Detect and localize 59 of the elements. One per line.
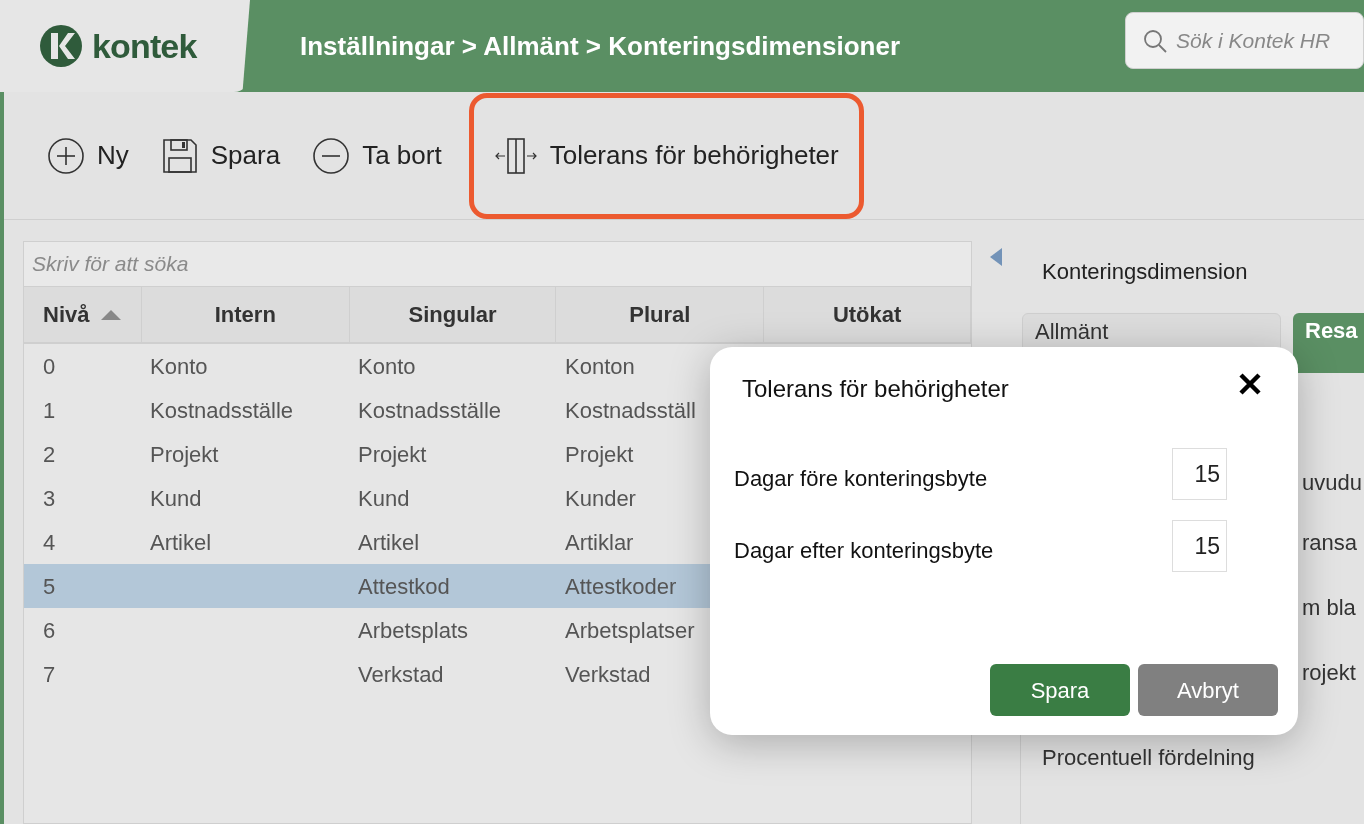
table-cell: Verkstad	[565, 661, 651, 687]
table-cell: 2	[43, 441, 56, 467]
table-cell: 4	[43, 529, 56, 555]
table-cell: Konto	[358, 353, 416, 379]
table-cell: Konton	[565, 353, 635, 379]
toolbar-button[interactable]: Ny	[42, 125, 134, 186]
table-cell: Arbetsplats	[358, 617, 469, 643]
table-cell: Kostnadsställ	[565, 397, 696, 423]
close-icon	[1238, 372, 1262, 396]
column-header[interactable]: Intern	[141, 287, 350, 342]
table-cell: Artikel	[150, 529, 212, 555]
toolbar-button[interactable]: Spara	[155, 125, 286, 186]
table-cell: 1	[43, 397, 56, 423]
field-label: Procentuell fördelning	[1042, 744, 1255, 772]
column-header[interactable]: Plural	[556, 287, 765, 342]
search-field[interactable]: Sök i Kontek HR	[1125, 12, 1364, 69]
table-cell: Kund	[150, 485, 202, 511]
resize-columns-icon	[493, 136, 538, 175]
table-cell: Attestkod	[358, 573, 450, 599]
table-cell: 7	[43, 661, 56, 687]
plus-circle-icon	[47, 136, 85, 175]
table-cell: Kunder	[565, 485, 636, 511]
number-field[interactable]: 15	[1172, 448, 1227, 500]
table-cell: Kostnadsställe	[358, 397, 502, 423]
table-cell: Konto	[150, 353, 208, 379]
table-cell: 0	[43, 353, 56, 379]
search-icon	[1142, 27, 1168, 54]
field-label: rojekt	[1302, 659, 1356, 687]
logo[interactable]: kontek	[0, 0, 250, 92]
table-cell: Attestkoder	[565, 573, 677, 599]
table-cell: Artiklar	[565, 529, 634, 555]
toolbar-button[interactable]: Ta bort	[307, 125, 447, 186]
field-label: ransa	[1302, 529, 1358, 557]
table-cell: Projekt	[358, 441, 427, 467]
field-label: uvudu	[1302, 469, 1362, 497]
tab[interactable]: Resa	[1293, 313, 1364, 373]
table-cell: Arbetsplatser	[565, 617, 695, 643]
table-cell: Artikel	[358, 529, 420, 555]
table-cell: Kostnadsställe	[150, 397, 294, 423]
column-header[interactable]: Nivå	[24, 287, 142, 342]
table-cell: Projekt	[565, 441, 634, 467]
table-cell: 5	[43, 573, 56, 599]
column-header[interactable]: Singular	[349, 287, 557, 342]
table-cell: 3	[43, 485, 56, 511]
table-cell: Kund	[358, 485, 410, 511]
column-header[interactable]: Utökat	[764, 287, 971, 342]
minus-circle-icon	[312, 136, 351, 175]
table-cell: Verkstad	[358, 661, 444, 687]
dialog-button[interactable]: Spara	[990, 664, 1130, 716]
close-button[interactable]	[1238, 372, 1262, 396]
breadcrumb: Inställningar > Allmänt > Konteringsdimensioner	[300, 29, 901, 63]
table-cell: 6	[43, 617, 56, 643]
dialog-button[interactable]: Avbryt	[1138, 664, 1278, 716]
logo-mark-icon	[38, 23, 84, 69]
table-cell: Projekt	[150, 441, 219, 467]
toolbar-button[interactable]: Tolerans för behörigheter	[468, 92, 864, 219]
field-label: m bla	[1302, 594, 1356, 622]
section-title: Konteringsdimension	[1042, 258, 1248, 286]
number-field[interactable]: 15	[1172, 520, 1227, 572]
